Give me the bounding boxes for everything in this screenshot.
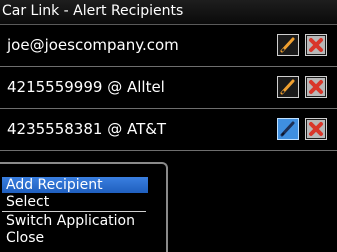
recipient-address: 4215559999 @ Alltel bbox=[7, 78, 165, 96]
menu-item-switch-application[interactable]: Switch Application bbox=[2, 213, 148, 229]
menu-item-close[interactable]: Close bbox=[2, 230, 148, 246]
delete-button[interactable] bbox=[305, 118, 327, 140]
menu-separator bbox=[2, 211, 146, 212]
list-item[interactable]: joe@joescompany.com bbox=[0, 25, 337, 67]
delete-button[interactable] bbox=[305, 76, 327, 98]
list-item[interactable]: 4215559999 @ Alltel bbox=[0, 67, 337, 109]
edit-button[interactable] bbox=[277, 118, 299, 140]
context-menu: Add Recipient Select Switch Application … bbox=[0, 162, 168, 252]
edit-button[interactable] bbox=[277, 76, 299, 98]
x-icon bbox=[307, 120, 325, 138]
page-title: Car Link - Alert Recipients bbox=[2, 3, 184, 19]
x-icon bbox=[307, 78, 325, 96]
pencil-icon bbox=[280, 37, 295, 53]
x-icon bbox=[307, 36, 325, 54]
recipient-address: joe@joescompany.com bbox=[7, 36, 179, 54]
delete-button[interactable] bbox=[305, 34, 327, 56]
menu-item-add-recipient[interactable]: Add Recipient bbox=[2, 177, 148, 193]
title-bar: Car Link - Alert Recipients bbox=[0, 0, 337, 25]
list-item[interactable]: 4235558381 @ AT&T bbox=[0, 109, 337, 151]
recipient-list: joe@joescompany.com 4215559999 @ Alltel bbox=[0, 25, 337, 151]
menu-item-select[interactable]: Select bbox=[2, 194, 148, 210]
recipient-address: 4235558381 @ AT&T bbox=[7, 120, 167, 138]
pencil-icon bbox=[280, 79, 295, 95]
edit-button[interactable] bbox=[277, 34, 299, 56]
pencil-icon bbox=[280, 121, 295, 137]
